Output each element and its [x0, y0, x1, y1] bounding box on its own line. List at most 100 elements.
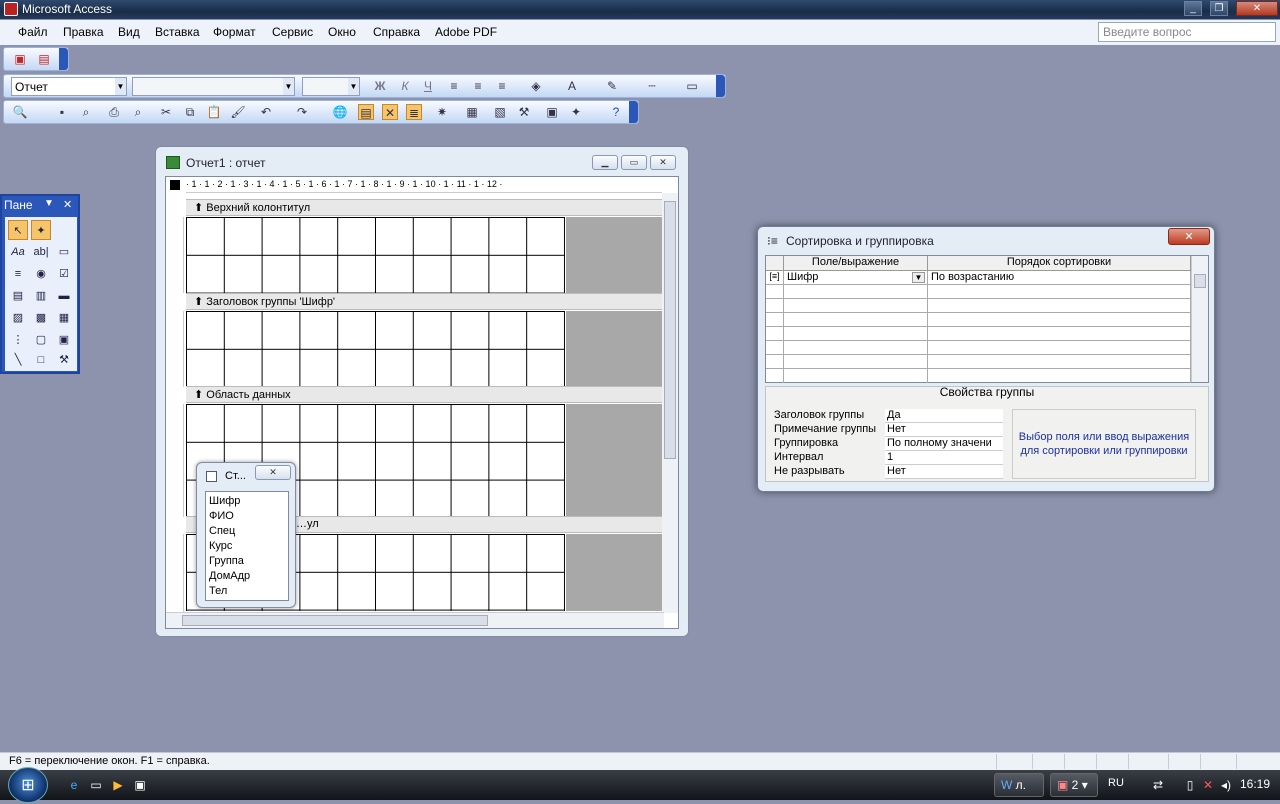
- taskbar-access-group-button[interactable]: ▣ 2 ▾: [1050, 773, 1098, 797]
- align-left-icon[interactable]: ≡: [446, 78, 462, 94]
- menu-window[interactable]: Окно: [328, 25, 356, 39]
- toolbox-title[interactable]: Пане: [4, 198, 33, 212]
- table-row[interactable]: [766, 313, 1191, 327]
- special-effect-icon[interactable]: ▭: [684, 78, 700, 94]
- line-width-icon[interactable]: ┄: [644, 78, 660, 94]
- control-wizards-icon[interactable]: ✦: [31, 220, 51, 240]
- network-icon[interactable]: ✕: [1200, 777, 1216, 793]
- dialog-close-button[interactable]: ✕: [1168, 228, 1210, 245]
- menu-view[interactable]: Вид: [118, 25, 140, 39]
- option-group-icon[interactable]: ▭: [54, 242, 74, 262]
- field-item[interactable]: Шифр: [209, 495, 285, 510]
- page-header-grid[interactable]: [186, 217, 565, 293]
- build-icon[interactable]: ⚒: [516, 104, 532, 120]
- field-item[interactable]: Тел: [209, 585, 285, 600]
- taskbar-word-button[interactable]: W л.: [994, 773, 1044, 797]
- property-group-header-value[interactable]: Да: [885, 409, 1003, 423]
- properties-icon[interactable]: ▧: [492, 104, 508, 120]
- toolbox-options-icon[interactable]: ▼: [44, 198, 54, 209]
- volume-icon[interactable]: ◂): [1218, 777, 1234, 793]
- code-icon[interactable]: ▦: [464, 104, 480, 120]
- bold-button[interactable]: Ж: [372, 78, 388, 94]
- align-right-icon[interactable]: ≡: [494, 78, 510, 94]
- checkbox-tool-icon[interactable]: ☑: [54, 264, 74, 284]
- unbound-object-icon[interactable]: ▩: [31, 308, 51, 328]
- report-maximize-button[interactable]: ▭: [621, 155, 647, 170]
- pdf-convert-icon[interactable]: ▣: [12, 51, 28, 67]
- table-row[interactable]: [766, 355, 1191, 369]
- close-button[interactable]: ✕: [1236, 1, 1278, 16]
- option-button-icon[interactable]: ◉: [31, 264, 51, 284]
- undo-icon[interactable]: ↶: [258, 104, 274, 120]
- rectangle-tool-icon[interactable]: □: [31, 350, 51, 370]
- property-group-footer-value[interactable]: Нет: [885, 423, 1003, 437]
- field-item[interactable]: ДомАдр: [209, 570, 285, 585]
- grid-scrollbar[interactable]: [1191, 256, 1208, 382]
- print-icon[interactable]: ⎙: [106, 104, 122, 120]
- media-player-icon[interactable]: ▶: [110, 777, 126, 793]
- table-row[interactable]: [≡] Шифр ▼ По возрастанию: [766, 271, 1191, 285]
- minimize-button[interactable]: _: [1184, 1, 1202, 16]
- subreport-icon[interactable]: ▣: [54, 330, 74, 350]
- list-box-icon[interactable]: ▥: [31, 286, 51, 306]
- sort-group-grid[interactable]: Поле/выражение Порядок сортировки [≡] Ши…: [765, 255, 1209, 383]
- field-list-close-button[interactable]: ✕: [255, 465, 291, 480]
- search-icon[interactable]: ⌕: [78, 104, 94, 120]
- pdf-email-icon[interactable]: ▤: [36, 51, 52, 67]
- menu-edit[interactable]: Правка: [63, 25, 104, 39]
- autoformat-icon[interactable]: ✷: [434, 104, 450, 120]
- save-icon[interactable]: ▪: [54, 104, 70, 120]
- property-group-on-value[interactable]: По полному значени: [885, 437, 1003, 451]
- field-list-toggle-icon[interactable]: ▤: [358, 104, 374, 120]
- table-row[interactable]: [766, 327, 1191, 341]
- font-color-icon[interactable]: A: [564, 78, 580, 94]
- report-close-button[interactable]: ✕: [650, 155, 676, 170]
- field-item[interactable]: Спец: [209, 525, 285, 540]
- print-preview-icon[interactable]: ⌕: [130, 104, 146, 120]
- underline-button[interactable]: Ч: [420, 78, 436, 94]
- toggle-button-icon[interactable]: ≡: [8, 264, 28, 284]
- align-center-icon[interactable]: ≡: [470, 78, 486, 94]
- menu-insert[interactable]: Вставка: [155, 25, 200, 39]
- copy-icon[interactable]: ⧉: [182, 104, 198, 120]
- label-tool-icon[interactable]: Aa: [8, 242, 28, 262]
- explorer-icon[interactable]: ▣: [132, 777, 148, 793]
- section-detail[interactable]: ⬆ Область данных: [186, 386, 662, 403]
- toolbox-close-icon[interactable]: ✕: [63, 198, 72, 211]
- section-page-header[interactable]: ⬆ Верхний колонтитул: [186, 199, 662, 216]
- bound-object-icon[interactable]: ▦: [54, 308, 74, 328]
- menu-file[interactable]: Файл: [18, 25, 48, 39]
- field-item[interactable]: Группа: [209, 555, 285, 570]
- sorting-grouping-toggle-icon[interactable]: ≣: [406, 104, 422, 120]
- language-switch-icon[interactable]: ⇄: [1150, 777, 1166, 793]
- section-group-header[interactable]: ⬆ Заголовок группы 'Шифр': [186, 293, 662, 310]
- group-header-grid[interactable]: [186, 311, 565, 387]
- vertical-scrollbar[interactable]: [662, 193, 678, 613]
- tab-control-icon[interactable]: ▢: [31, 330, 51, 350]
- field-item[interactable]: Курс: [209, 540, 285, 555]
- toolbox-toggle-icon[interactable]: ✕: [382, 104, 398, 120]
- redo-icon[interactable]: ↷: [294, 104, 310, 120]
- database-window-icon[interactable]: ▣: [544, 104, 560, 120]
- table-row[interactable]: [766, 369, 1191, 383]
- line-color-icon[interactable]: ✎: [604, 78, 620, 94]
- paste-icon[interactable]: 📋: [206, 104, 222, 120]
- start-button[interactable]: ⊞: [8, 767, 48, 803]
- line-tool-icon[interactable]: ╲: [8, 350, 28, 370]
- menu-format[interactable]: Формат: [213, 25, 256, 39]
- field-expression-cell[interactable]: Шифр ▼: [784, 271, 928, 285]
- font-size-select[interactable]: ▼: [302, 77, 360, 96]
- property-group-interval-value[interactable]: 1: [885, 451, 1003, 465]
- textbox-tool-icon[interactable]: ab|: [31, 242, 51, 262]
- field-item[interactable]: ФИО: [209, 510, 285, 525]
- page-break-icon[interactable]: ⋮: [8, 330, 28, 350]
- select-report-box[interactable]: [170, 180, 180, 190]
- language-indicator[interactable]: RU: [1108, 777, 1124, 789]
- image-tool-icon[interactable]: ▨: [8, 308, 28, 328]
- ie-icon[interactable]: e: [66, 777, 82, 793]
- help-search-input[interactable]: Введите вопрос: [1098, 22, 1276, 42]
- field-list-window[interactable]: Ст... ✕ Шифр ФИО Спец Курс Группа ДомАдр…: [196, 462, 296, 608]
- more-controls-icon[interactable]: ⚒: [54, 350, 74, 370]
- combo-box-icon[interactable]: ▤: [8, 286, 28, 306]
- menu-tools[interactable]: Сервис: [272, 25, 313, 39]
